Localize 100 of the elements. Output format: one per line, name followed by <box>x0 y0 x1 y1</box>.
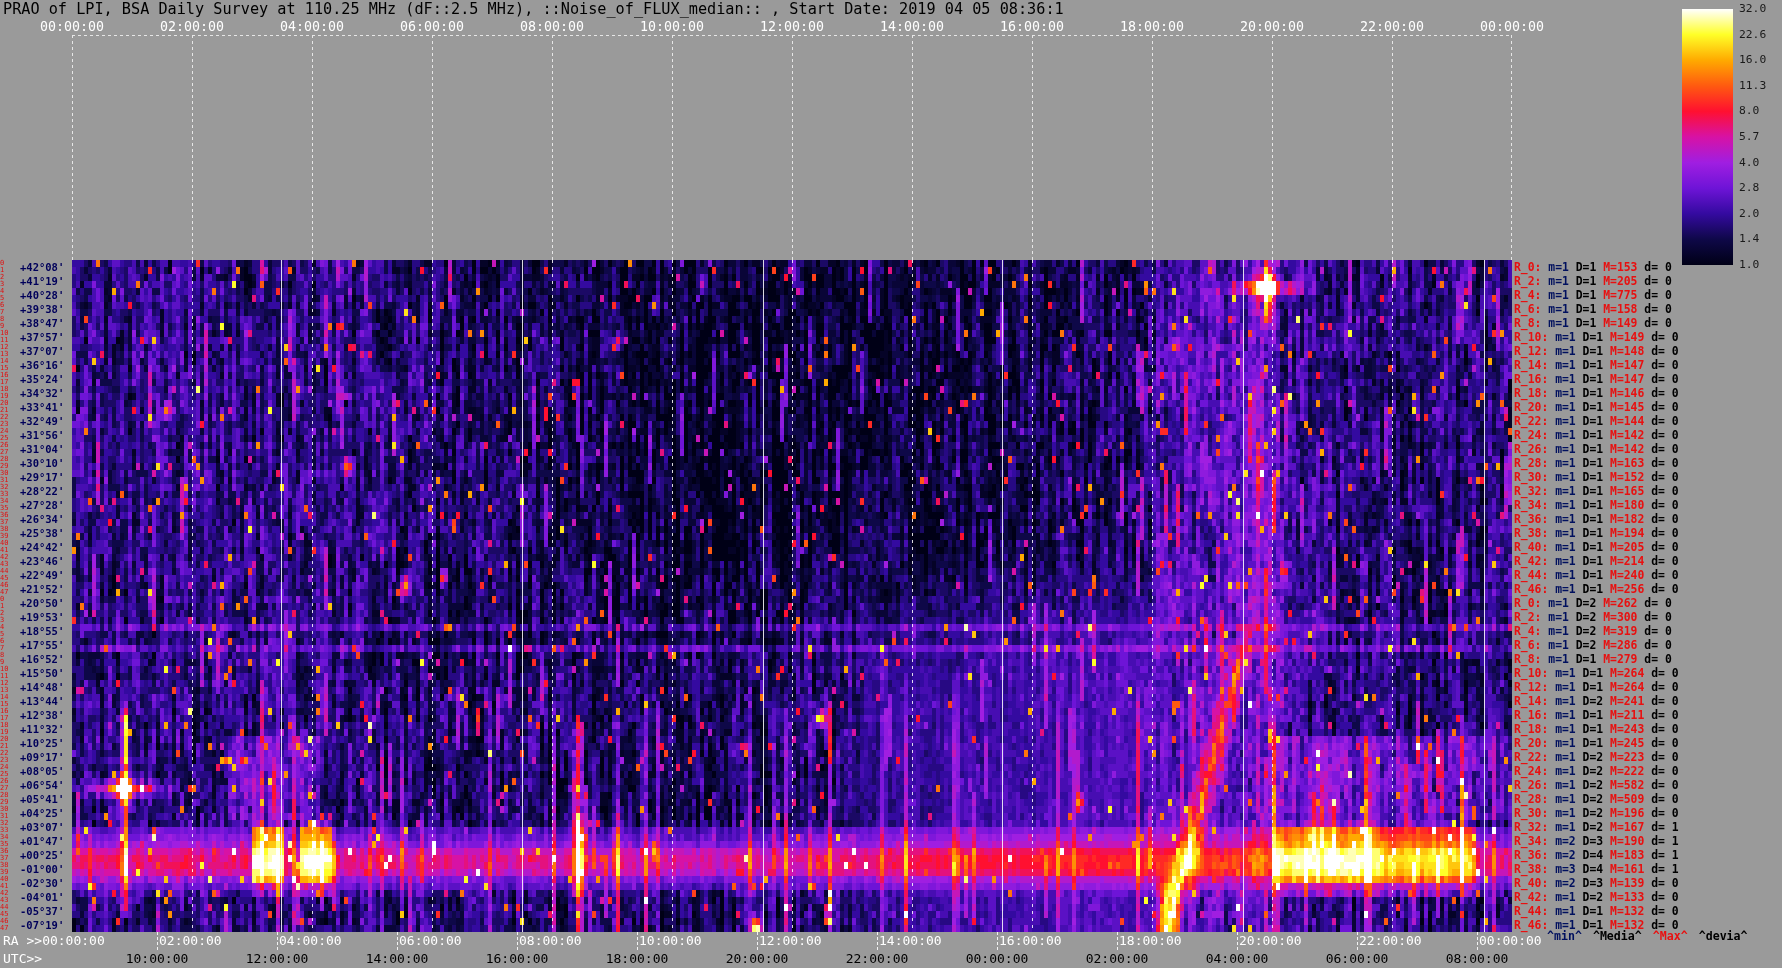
color-scale-label: 8.0 <box>1739 105 1760 118</box>
min-value: m=1 <box>1555 792 1576 806</box>
max-value: M=161 <box>1610 862 1645 876</box>
min-value: m=1 <box>1555 904 1576 918</box>
median-value: D=1 <box>1582 582 1604 596</box>
min-value: m=1 <box>1548 316 1569 330</box>
ring-label: R_6: <box>1514 302 1542 316</box>
deviation-value: d= 0 <box>1651 358 1679 372</box>
ring-label: R_42: <box>1514 554 1549 568</box>
max-value: M=582 <box>1610 778 1645 792</box>
max-value: M=144 <box>1610 414 1645 428</box>
axis-tick-label: 22:00:00 <box>1359 18 1424 35</box>
ring-label: R_40: <box>1514 540 1549 554</box>
ring-label: R_18: <box>1514 722 1549 736</box>
declination-label: +20°50' <box>20 597 65 609</box>
min-value: m=1 <box>1548 288 1569 302</box>
max-value: M=145 <box>1610 400 1645 414</box>
declination-label: +39°38' <box>20 303 65 315</box>
declination-label: +41°19' <box>20 275 65 287</box>
median-value: D=2 <box>1582 806 1604 820</box>
axis-tick-label: 18:00:00 <box>1119 18 1184 35</box>
deviation-value: d= 0 <box>1651 708 1679 722</box>
axis-tick-label: 08:00:00 <box>519 18 584 35</box>
axis-tick-label: 02:00:00 <box>159 18 224 35</box>
ring-label: R_14: <box>1514 694 1549 708</box>
axis-tick-label: 04:00:00 <box>279 933 342 949</box>
max-value: M=262 <box>1603 596 1638 610</box>
median-value: D=1 <box>1575 652 1597 666</box>
max-value: M=286 <box>1603 638 1638 652</box>
median-value: D=1 <box>1582 400 1604 414</box>
min-value: m=1 <box>1548 260 1569 274</box>
max-value: M=142 <box>1610 428 1645 442</box>
max-value: M=205 <box>1610 540 1645 554</box>
declination-label: +04°25' <box>20 807 65 819</box>
deviation-value: d= 0 <box>1651 330 1679 344</box>
axis-tick-label: 06:00:00 <box>399 933 462 949</box>
min-value: m=1 <box>1555 708 1576 722</box>
ring-label: R_22: <box>1514 414 1549 428</box>
axis-tick-label: 14:00:00 <box>365 951 429 967</box>
median-value: D=1 <box>1582 372 1604 386</box>
deviation-value: d= 0 <box>1651 750 1679 764</box>
max-value: M=205 <box>1603 274 1638 288</box>
max-value: M=153 <box>1603 260 1638 274</box>
ring-label: R_4: <box>1514 288 1542 302</box>
deviation-value: d= 0 <box>1651 904 1679 918</box>
axis-tick-label: 14:00:00 <box>879 933 942 949</box>
axis-tick-label: 12:00:00 <box>759 18 824 35</box>
deviation-value: d= 0 <box>1651 386 1679 400</box>
deviation-value: d= 0 <box>1651 722 1679 736</box>
ring-label: R_40: <box>1514 876 1549 890</box>
median-value: D=2 <box>1582 778 1604 792</box>
median-value: D=3 <box>1582 876 1604 890</box>
ring-label: R_38: <box>1514 526 1549 540</box>
max-value: M=509 <box>1610 792 1645 806</box>
min-value: m=1 <box>1555 666 1576 680</box>
median-value: D=1 <box>1582 722 1604 736</box>
deviation-value: d= 0 <box>1644 288 1672 302</box>
axis-tick-label: 00:00:00 <box>39 18 104 35</box>
max-value: M=132 <box>1610 904 1645 918</box>
max-value: M=182 <box>1610 512 1645 526</box>
declination-label: +38°47' <box>20 317 65 329</box>
declination-label: -04°01' <box>20 891 65 903</box>
deviation-value: d= 0 <box>1651 764 1679 778</box>
min-value: m=1 <box>1548 302 1569 316</box>
deviation-legend-label: ^devia^ <box>1698 930 1748 942</box>
median-value: D=1 <box>1582 344 1604 358</box>
color-scale-label: 5.7 <box>1739 130 1760 143</box>
declination-label: +37°07' <box>20 345 65 357</box>
min-value: m=1 <box>1548 624 1569 638</box>
deviation-value: d= 0 <box>1651 554 1679 568</box>
declination-label: +03°07' <box>20 821 65 833</box>
declination-label: -01°00' <box>20 863 65 875</box>
color-scale-label: 2.8 <box>1739 182 1760 195</box>
axis-tick-label: 18:00:00 <box>1119 933 1182 949</box>
ring-label: R_10: <box>1514 330 1549 344</box>
declination-label: +08°05' <box>20 765 65 777</box>
min-value: m=1 <box>1548 596 1569 610</box>
axis-title: UTC>> <box>3 951 43 967</box>
axis-tick-label: 16:00:00 <box>999 18 1064 35</box>
max-value: M=240 <box>1610 568 1645 582</box>
ring-label: R_26: <box>1514 442 1549 456</box>
ring-label: R_8: <box>1514 652 1542 666</box>
median-value: D=2 <box>1575 624 1597 638</box>
max-value: M=158 <box>1603 302 1638 316</box>
max-value: M=245 <box>1610 736 1645 750</box>
min-value: m=2 <box>1555 876 1576 890</box>
min-value: m=1 <box>1555 554 1576 568</box>
declination-label: -07°19' <box>20 919 65 931</box>
ring-label: R_46: <box>1514 918 1549 932</box>
max-value: M=775 <box>1603 288 1638 302</box>
axis-tick-label: 20:00:00 <box>1239 933 1302 949</box>
deviation-value: d= 0 <box>1644 596 1672 610</box>
max-value: M=148 <box>1610 344 1645 358</box>
axis-tick-label: 02:00:00 <box>159 933 222 949</box>
deviation-value: d= 0 <box>1651 582 1679 596</box>
min-value: m=1 <box>1548 610 1569 624</box>
min-value: m=1 <box>1555 512 1576 526</box>
median-value: D=1 <box>1582 736 1604 750</box>
deviation-value: d= 0 <box>1651 680 1679 694</box>
axis-tick-label: 08:00:00 <box>519 933 582 949</box>
